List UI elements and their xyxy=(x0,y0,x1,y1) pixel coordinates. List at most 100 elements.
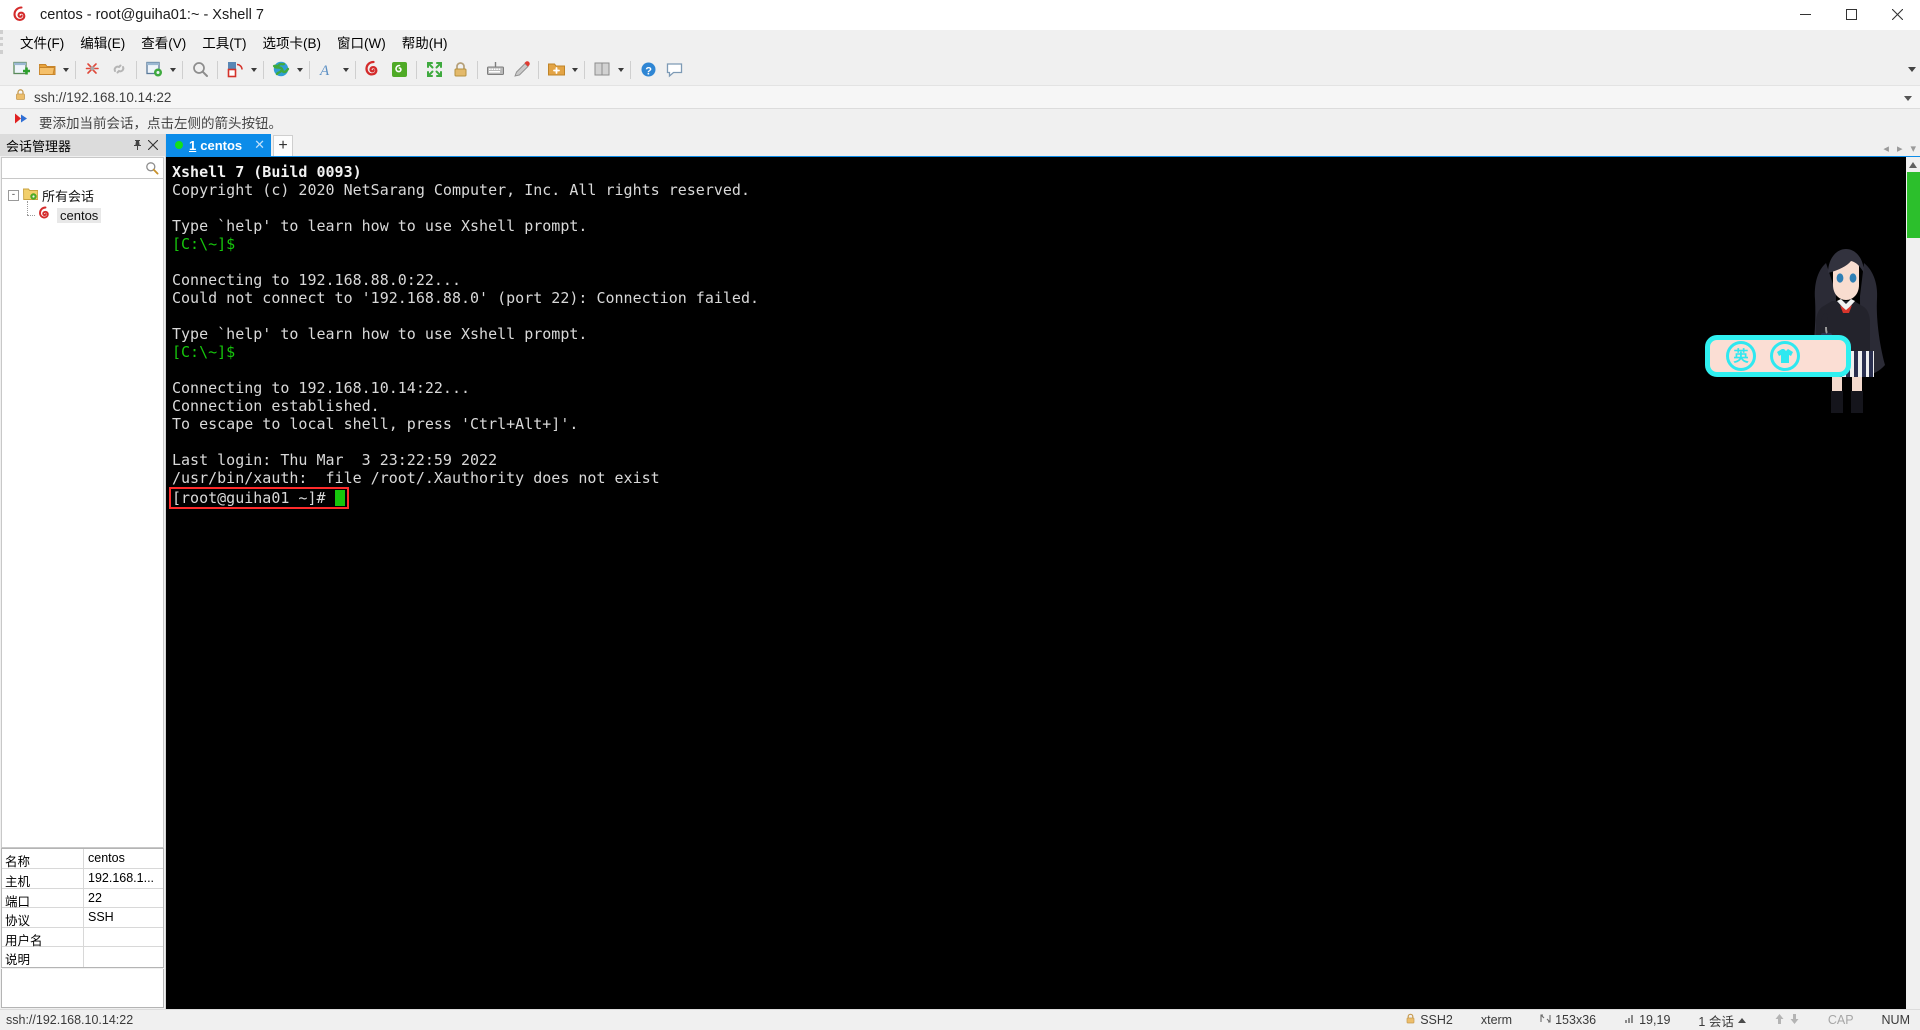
session-expander-icon[interactable] xyxy=(1737,1017,1746,1023)
menu-tabs[interactable]: 选项卡(B) xyxy=(256,30,329,54)
property-value: 22 xyxy=(88,890,102,905)
tab-label: centos xyxy=(200,137,243,153)
toolbar: A ? xyxy=(0,54,1920,85)
pin-icon[interactable] xyxy=(129,136,145,154)
property-value xyxy=(84,928,163,947)
tab-scroll-left-icon[interactable]: ◂ xyxy=(1881,142,1891,155)
status-session-label: 1 会话 xyxy=(1698,1014,1734,1029)
toolbar-separator xyxy=(136,60,137,79)
address-bar-value: ssh://192.168.10.14:22 xyxy=(34,89,172,105)
tab-status-dot xyxy=(175,141,183,149)
highlighter-icon[interactable] xyxy=(508,57,534,82)
property-key: 协议 xyxy=(2,908,84,928)
keyboard-icon[interactable] xyxy=(482,57,508,82)
session-manager-header: 会话管理器 xyxy=(0,134,165,156)
globe-dropdown-icon[interactable] xyxy=(294,57,305,82)
add-folder-icon[interactable] xyxy=(543,57,569,82)
status-protocol[interactable]: SSH2 xyxy=(1391,1013,1467,1027)
tab-scroll-right-icon[interactable]: ▸ xyxy=(1895,142,1905,155)
menu-bar: 文件(F) 编辑(E) 查看(V) 工具(T) 选项卡(B) 窗口(W) 帮助(… xyxy=(0,30,1920,54)
open-folder-icon[interactable] xyxy=(34,57,60,82)
xftp-icon[interactable] xyxy=(386,57,412,82)
property-key: 用户名 xyxy=(2,927,84,948)
find-icon[interactable] xyxy=(187,57,213,82)
fullscreen-icon[interactable] xyxy=(421,57,447,82)
cursor-position-icon xyxy=(1624,1013,1635,1027)
transfer-file-dropdown-icon[interactable] xyxy=(248,57,259,82)
folder-sessions-icon xyxy=(23,187,39,204)
tree-item-centos[interactable]: centos xyxy=(2,201,163,225)
menu-tools[interactable]: 工具(T) xyxy=(195,30,253,54)
menu-edit[interactable]: 编辑(E) xyxy=(73,30,132,54)
property-row: 名称 centos xyxy=(2,849,163,869)
globe-icon[interactable] xyxy=(268,57,294,82)
minimize-button[interactable] xyxy=(1782,0,1828,30)
toolbar-separator xyxy=(584,60,585,79)
menu-window[interactable]: 窗口(W) xyxy=(330,30,393,54)
toolbar-separator xyxy=(217,60,218,79)
toolbar-separator xyxy=(182,60,183,79)
status-session-count[interactable]: 1 会话 xyxy=(1684,1011,1759,1030)
status-size-label: 153x36 xyxy=(1555,1013,1597,1027)
open-folder-dropdown-icon[interactable] xyxy=(60,57,71,82)
session-tree[interactable]: - 所有会话 centos xyxy=(1,179,164,849)
session-search-input[interactable] xyxy=(1,157,164,179)
session-properties-empty-area xyxy=(1,969,164,1008)
close-button[interactable] xyxy=(1874,0,1920,30)
scroll-up-icon[interactable] xyxy=(1906,157,1920,172)
property-key: 说明 xyxy=(2,947,84,967)
status-terminal-type[interactable]: xterm xyxy=(1467,1013,1526,1027)
session-properties-dropdown-icon[interactable] xyxy=(167,57,178,82)
layout-icon[interactable] xyxy=(589,57,615,82)
xshell-spiral-icon xyxy=(38,206,53,224)
svg-text:A: A xyxy=(319,63,330,79)
address-bar[interactable]: ssh://192.168.10.14:22 xyxy=(0,85,1920,109)
toolbar-overflow-button[interactable] xyxy=(1908,54,1916,85)
status-size[interactable]: 153x36 xyxy=(1526,1013,1610,1027)
status-transfer-indicators xyxy=(1760,1013,1814,1028)
terminal-line: Connecting to 192.168.88.0:22... xyxy=(172,271,461,289)
toolbar-separator xyxy=(309,60,310,79)
terminal-line: Type `help' to learn how to use Xshell p… xyxy=(172,217,588,235)
tab-close-icon[interactable]: ✕ xyxy=(254,137,265,153)
lock-icon xyxy=(1405,1013,1416,1027)
help-icon[interactable]: ? xyxy=(635,57,661,82)
transfer-file-icon[interactable] xyxy=(222,57,248,82)
layout-dropdown-icon[interactable] xyxy=(615,57,626,82)
tab-menu-icon[interactable]: ▾ xyxy=(1908,142,1918,155)
tree-toggle-icon[interactable]: - xyxy=(8,189,19,201)
add-folder-dropdown-icon[interactable] xyxy=(569,57,580,82)
tree-item-label: centos xyxy=(57,207,102,223)
tab-strip: 1 centos ✕ + ◂ ▸ ▾ xyxy=(166,134,1920,156)
address-bar-dropdown-icon[interactable] xyxy=(1904,86,1912,110)
chat-icon[interactable] xyxy=(661,57,687,82)
disconnect-icon[interactable] xyxy=(106,57,132,82)
font-icon[interactable]: A xyxy=(314,57,340,82)
terminal-screen[interactable]: Xshell 7 (Build 0093) Copyright (c) 2020… xyxy=(166,157,1905,1009)
property-row: 主机 192.168.1... xyxy=(2,869,163,889)
menu-help[interactable]: 帮助(H) xyxy=(395,30,455,54)
terminal-area: 1 centos ✕ + ◂ ▸ ▾ Xshell 7 (Build 0093)… xyxy=(166,134,1920,1009)
close-panel-icon[interactable] xyxy=(145,136,161,154)
font-dropdown-icon[interactable] xyxy=(340,57,351,82)
terminal-line xyxy=(172,307,1905,325)
session-properties-table: 名称 centos 主机 192.168.1... 端口 22 协议 SSH 用… xyxy=(1,848,164,968)
new-tab-button[interactable]: + xyxy=(273,135,294,156)
search-icon xyxy=(145,161,159,180)
lock-icon[interactable] xyxy=(447,57,473,82)
xshell-spiral-icon[interactable] xyxy=(360,57,386,82)
menu-file[interactable]: 文件(F) xyxy=(13,30,71,54)
status-cursor-position[interactable]: 19,19 xyxy=(1610,1013,1684,1027)
new-session-icon[interactable] xyxy=(8,57,34,82)
tab-centos[interactable]: 1 centos ✕ xyxy=(166,134,272,156)
maximize-button[interactable] xyxy=(1828,0,1874,30)
tab-number: 1 xyxy=(189,137,197,153)
terminal-scrollbar[interactable] xyxy=(1905,157,1920,1009)
terminal-line: Type `help' to learn how to use Xshell p… xyxy=(172,325,588,343)
reconnect-icon[interactable] xyxy=(80,57,106,82)
menu-view[interactable]: 查看(V) xyxy=(134,30,193,54)
status-connection-url: ssh://192.168.10.14:22 xyxy=(6,1013,134,1027)
scrollbar-thumb[interactable] xyxy=(1907,172,1920,238)
property-key: 端口 xyxy=(2,888,84,909)
session-properties-icon[interactable] xyxy=(141,57,167,82)
